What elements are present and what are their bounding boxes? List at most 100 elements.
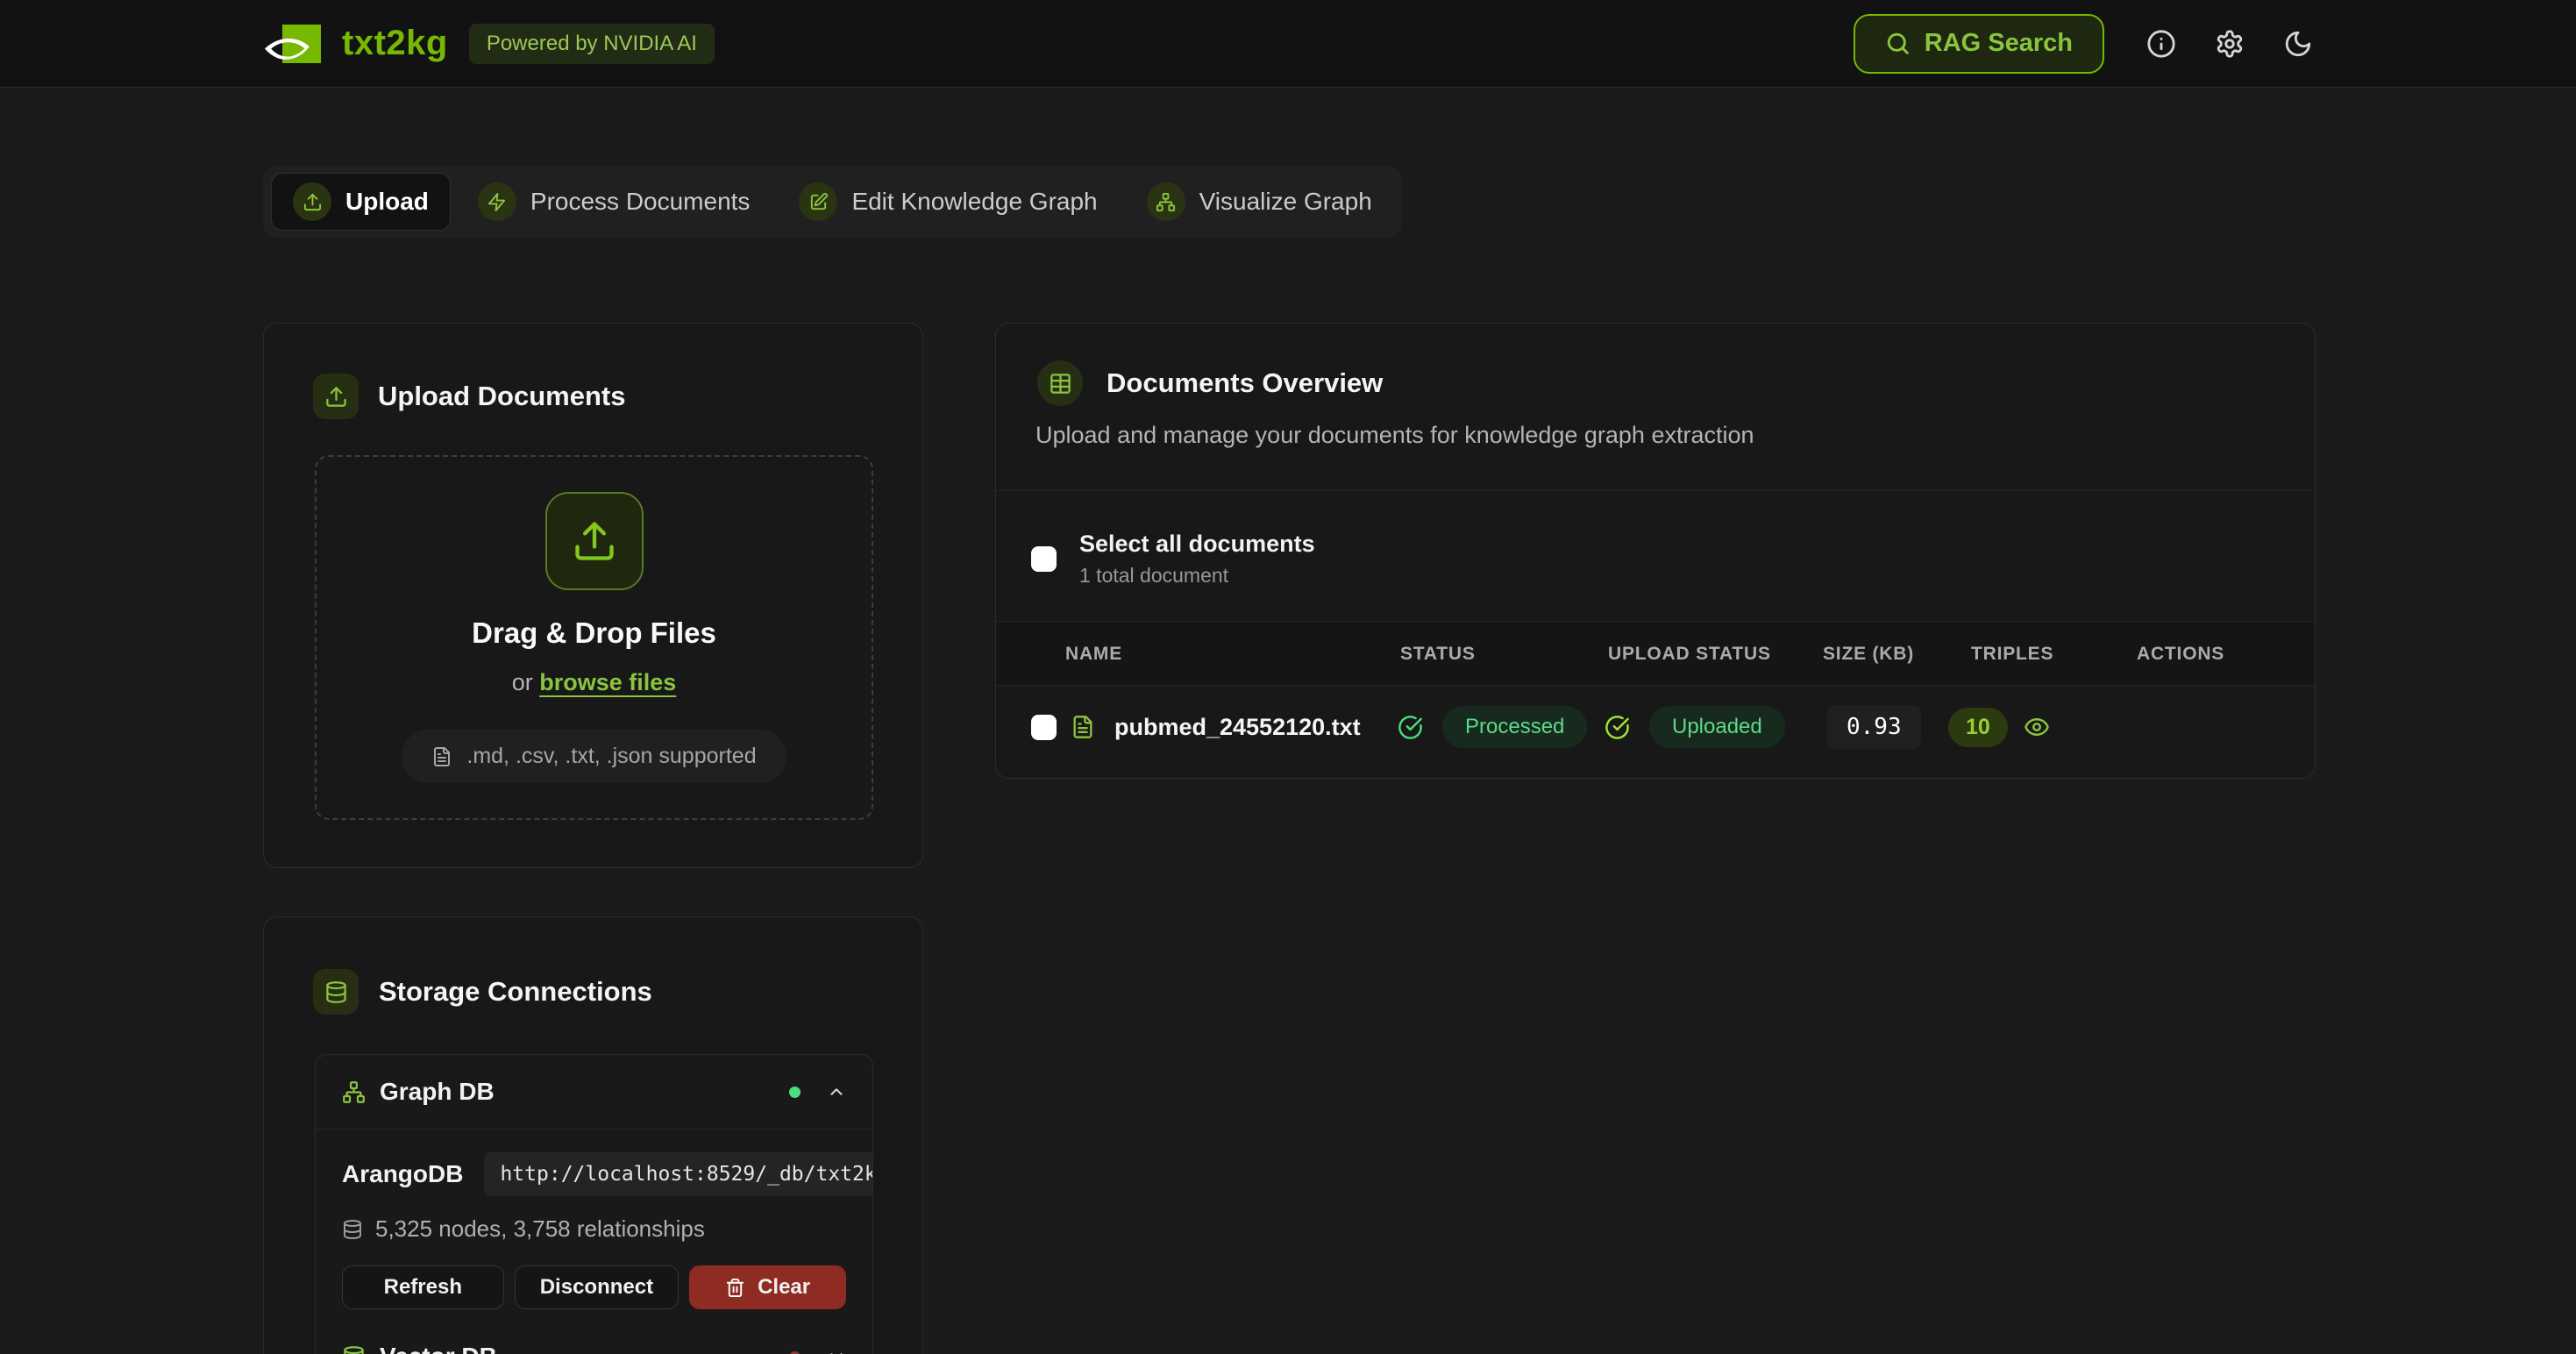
file-icon <box>1071 715 1095 739</box>
graph-db-section-header[interactable]: Graph DB <box>316 1055 872 1129</box>
row-upload-status-cell: Uploaded <box>1605 686 1785 768</box>
select-all-text: Select all documents 1 total document <box>1079 531 1315 588</box>
tab-upload-label: Upload <box>345 188 429 216</box>
rag-search-label: RAG Search <box>1925 29 2073 58</box>
graph-db-title-group: Graph DB <box>342 1078 495 1106</box>
supported-formats-label: .md, .csv, .txt, .json supported <box>466 744 756 769</box>
tab-edit-knowledge-graph[interactable]: Edit Knowledge Graph <box>778 174 1118 230</box>
graph-stats-label: 5,325 nodes, 3,758 relationships <box>375 1215 705 1243</box>
tab-process-documents-label: Process Documents <box>530 188 751 216</box>
graph-db-actions: Refresh Disconnect Clear <box>342 1265 846 1309</box>
select-all-label: Select all documents <box>1079 531 1315 558</box>
row-size-cell: 0.93 <box>1827 686 1921 768</box>
dropzone-subtitle: or browse files <box>512 669 677 696</box>
database-icon <box>342 1345 366 1354</box>
app-root: txt2kg Powered by NVIDIA AI RAG Search U… <box>0 0 2576 1354</box>
powered-by-badge: Powered by NVIDIA AI <box>469 24 715 64</box>
search-icon <box>1885 31 1911 56</box>
chevron-up-icon[interactable] <box>827 1082 846 1101</box>
app-title: txt2kg <box>342 24 448 63</box>
zap-icon <box>478 182 516 221</box>
upload-icon <box>293 182 331 221</box>
dark-mode-moon-icon[interactable] <box>2283 29 2313 59</box>
disconnected-status-dot <box>789 1351 801 1354</box>
divider <box>996 490 2315 491</box>
vector-db-title-group: Vector DB <box>342 1343 497 1354</box>
tab-process-documents[interactable]: Process Documents <box>457 174 772 230</box>
refresh-button[interactable]: Refresh <box>342 1265 504 1309</box>
upload-status-badge: Uploaded <box>1649 706 1785 748</box>
column-triples: TRIPLES <box>1971 622 2053 687</box>
row-checkbox-cell <box>1031 686 1057 768</box>
column-size: SIZE (KB) <box>1823 622 1914 687</box>
upload-icon <box>545 492 644 590</box>
file-icon <box>431 746 452 767</box>
brand-group: txt2kg Powered by NVIDIA AI <box>263 24 715 64</box>
tab-upload[interactable]: Upload <box>272 174 450 230</box>
triples-badge: 10 <box>1948 708 2008 747</box>
rag-search-button[interactable]: RAG Search <box>1854 14 2104 74</box>
connected-status-dot <box>789 1087 801 1098</box>
table-row: pubmed_24552120.txt Processed Uploaded 0… <box>996 686 2315 768</box>
connection-url: http://localhost:8529/_db/txt2kg <box>484 1152 873 1196</box>
header-actions: RAG Search <box>1854 14 2313 74</box>
graph-db-label: Graph DB <box>380 1078 495 1106</box>
upload-icon <box>313 374 359 419</box>
documents-card-title: Documents Overview <box>1107 360 1383 406</box>
info-icon[interactable] <box>2146 29 2176 59</box>
graph-db-status-group <box>789 1082 846 1101</box>
upload-card-title: Upload Documents <box>378 374 625 419</box>
status-badge: Processed <box>1442 706 1587 748</box>
column-actions: ACTIONS <box>2137 622 2224 687</box>
nvidia-logo-icon <box>263 25 321 63</box>
provider-name: ArangoDB <box>342 1160 463 1188</box>
column-name: NAME <box>1065 622 1122 687</box>
edit-pencil-icon <box>799 182 837 221</box>
supported-formats-pill: .md, .csv, .txt, .json supported <box>402 730 786 783</box>
row-triples-cell: 10 <box>1948 686 2008 768</box>
documents-card-subtitle: Upload and manage your documents for kno… <box>1035 422 1754 449</box>
graph-stats-line: 5,325 nodes, 3,758 relationships <box>342 1215 846 1243</box>
disconnect-button[interactable]: Disconnect <box>515 1265 680 1309</box>
row-checkbox[interactable] <box>1031 715 1057 740</box>
table-header: NAME STATUS UPLOAD STATUS SIZE (KB) TRIP… <box>996 621 2315 686</box>
column-status: STATUS <box>1400 622 1476 687</box>
settings-gear-icon[interactable] <box>2215 29 2245 59</box>
view-eye-icon[interactable] <box>2024 714 2050 740</box>
database-icon <box>342 1219 363 1240</box>
row-status-cell: Processed <box>1398 686 1587 768</box>
storage-card-title: Storage Connections <box>379 969 652 1015</box>
chevron-down-icon[interactable] <box>827 1347 846 1354</box>
row-name-cell: pubmed_24552120.txt <box>1071 686 1361 768</box>
check-circle-icon <box>1398 715 1423 740</box>
database-icon <box>313 969 359 1015</box>
vector-db-section-header[interactable]: Vector DB <box>316 1320 872 1354</box>
clear-button-label: Clear <box>758 1275 810 1300</box>
top-header: txt2kg Powered by NVIDIA AI RAG Search <box>0 0 2576 88</box>
tab-edit-knowledge-graph-label: Edit Knowledge Graph <box>851 188 1097 216</box>
column-upload-status: UPLOAD STATUS <box>1608 622 1771 687</box>
check-circle-icon <box>1605 715 1630 740</box>
connections-box: Graph DB ArangoDB http://localhost:8529/… <box>315 1054 873 1354</box>
document-name: pubmed_24552120.txt <box>1114 714 1361 741</box>
main-tabbar: Upload Process Documents Edit Knowledge … <box>263 166 1402 238</box>
documents-overview-card: Documents Overview Upload and manage you… <box>995 323 2316 779</box>
file-dropzone[interactable]: Drag & Drop Files or browse files .md, .… <box>315 455 873 820</box>
vector-db-status-group <box>789 1347 846 1354</box>
tab-visualize-graph[interactable]: Visualize Graph <box>1126 174 1393 230</box>
dropzone-title: Drag & Drop Files <box>472 616 716 650</box>
graph-db-details: ArangoDB http://localhost:8529/_db/txt2k… <box>316 1130 872 1309</box>
graph-network-icon <box>342 1080 366 1104</box>
row-actions-cell <box>2024 686 2050 768</box>
storage-connections-card: Storage Connections Graph DB ArangoDB ht… <box>263 916 923 1354</box>
upload-documents-card: Upload Documents Drag & Drop Files or br… <box>263 323 923 868</box>
vector-db-label: Vector DB <box>380 1343 497 1354</box>
clear-button[interactable]: Clear <box>689 1265 846 1309</box>
network-graph-icon <box>1147 182 1185 221</box>
select-all-row: Select all documents 1 total document <box>1031 531 1315 588</box>
tab-visualize-graph-label: Visualize Graph <box>1199 188 1372 216</box>
select-all-checkbox[interactable] <box>1031 546 1057 572</box>
size-value: 0.93 <box>1827 705 1921 749</box>
browse-files-link[interactable]: browse files <box>539 669 676 695</box>
table-grid-icon <box>1037 360 1083 406</box>
